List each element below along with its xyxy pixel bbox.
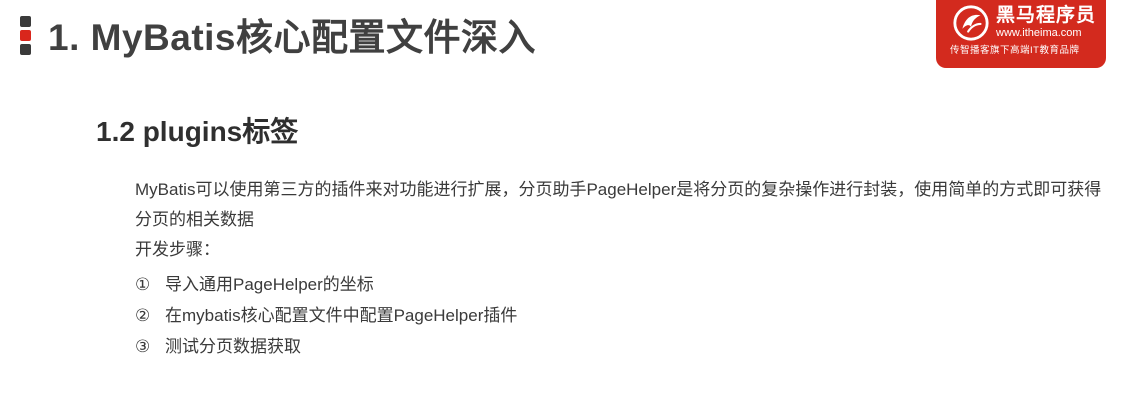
steps-label: 开发步骤： [135, 240, 220, 259]
page-title: 1. MyBatis核心配置文件深入 [48, 17, 537, 58]
step-text: 在mybatis核心配置文件中配置PageHelper插件 [165, 306, 518, 325]
list-item: ③ 测试分页数据获取 [135, 331, 1110, 362]
decoration-square-top [20, 16, 31, 27]
brand-name: 黑马程序员 [996, 5, 1097, 26]
step-number: ② [135, 306, 151, 325]
itheima-logo-icon [953, 5, 989, 41]
list-item: ② 在mybatis核心配置文件中配置PageHelper插件 [135, 300, 1110, 331]
steps-list: ① 导入通用PageHelper的坐标 ② 在mybatis核心配置文件中配置P… [135, 269, 1110, 362]
brand-logo: 黑马程序员 www.itheima.com 传智播客旗下高端IT教育品牌 [936, 0, 1106, 68]
slide: 1. MyBatis核心配置文件深入 黑马程序员 www.itheima.com… [0, 0, 1140, 407]
decoration-square-bottom [20, 44, 31, 55]
section-description: MyBatis可以使用第三方的插件来对功能进行扩展，分页助手PageHelper… [135, 180, 1102, 229]
decoration-square-middle [20, 30, 31, 41]
section-content: MyBatis可以使用第三方的插件来对功能进行扩展，分页助手PageHelper… [135, 175, 1110, 362]
section-subtitle: 1.2 plugins标签 [96, 116, 299, 147]
list-item: ① 导入通用PageHelper的坐标 [135, 269, 1110, 300]
brand-slogan: 传智播客旗下高端IT教育品牌 [950, 45, 1080, 56]
step-text: 导入通用PageHelper的坐标 [165, 275, 374, 294]
brand-url: www.itheima.com [996, 27, 1082, 39]
step-number: ① [135, 275, 151, 294]
title-decoration [20, 16, 31, 58]
step-number: ③ [135, 337, 151, 356]
step-text: 测试分页数据获取 [165, 337, 301, 356]
